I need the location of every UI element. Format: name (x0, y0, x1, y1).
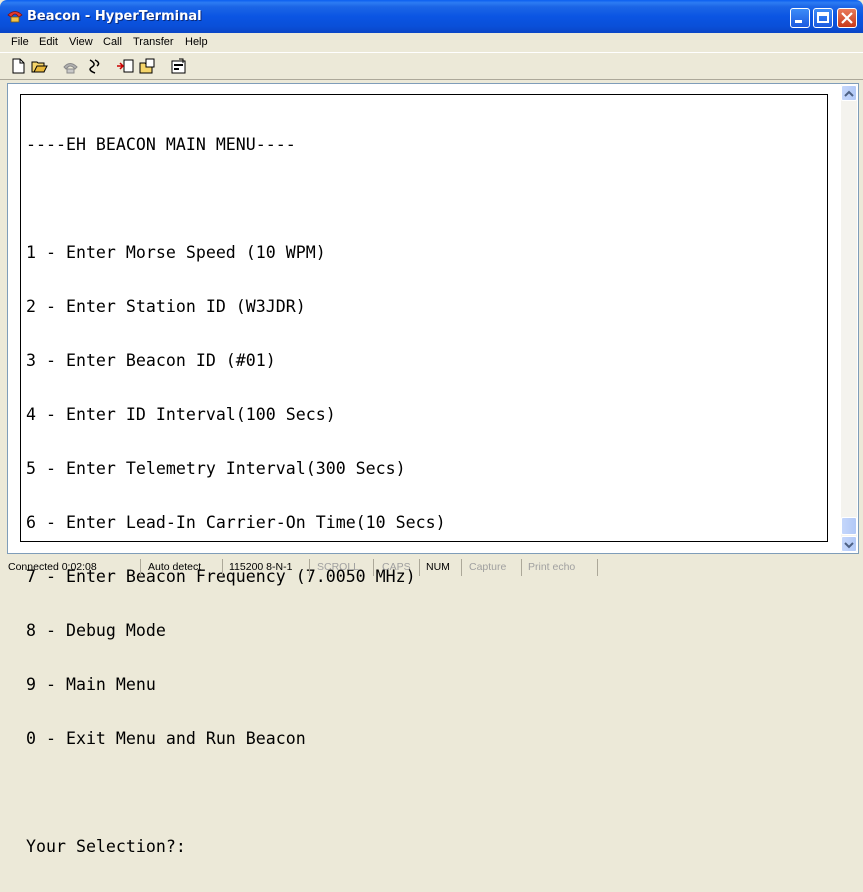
menu-bar: File Edit View Call Transfer Help (0, 33, 863, 52)
menu-transfer[interactable]: Transfer (133, 36, 174, 48)
scroll-up-button[interactable] (841, 85, 857, 101)
new-icon[interactable] (10, 58, 27, 74)
chevron-up-icon (844, 90, 854, 97)
open-icon[interactable] (31, 58, 48, 74)
window-title: Beacon - HyperTerminal (27, 9, 202, 24)
terminal-line: 2 - Enter Station ID (W3JDR) (26, 297, 306, 316)
terminal-line: 5 - Enter Telemetry Interval(300 Secs) (26, 459, 406, 478)
terminal-line: 8 - Debug Mode (26, 621, 166, 640)
status-capture: Capture (469, 561, 507, 573)
phone-app-icon (7, 11, 23, 23)
status-scroll: SCROLL (317, 561, 360, 573)
menu-edit[interactable]: Edit (39, 36, 58, 48)
menu-help[interactable]: Help (185, 36, 208, 48)
send-icon[interactable] (117, 58, 134, 74)
scroll-down-button[interactable] (841, 536, 857, 552)
maximize-button[interactable] (813, 8, 833, 28)
status-num: NUM (426, 561, 450, 573)
properties-icon[interactable] (170, 58, 187, 74)
vertical-scrollbar[interactable] (841, 85, 857, 552)
terminal-screen[interactable]: ----EH BEACON MAIN MENU---- 1 - Enter Mo… (20, 94, 828, 856)
receive-icon[interactable] (139, 58, 156, 74)
menu-view[interactable]: View (69, 36, 93, 48)
disconnect-icon[interactable] (86, 58, 103, 74)
terminal-line: 6 - Enter Lead-In Carrier-On Time(10 Sec… (26, 513, 446, 532)
terminal-output: ----EH BEACON MAIN MENU---- 1 - Enter Mo… (26, 100, 446, 892)
maximize-icon (817, 12, 829, 23)
status-bar: Connected 0:02:08 Auto detect 115200 8-N… (0, 556, 863, 578)
hyperterminal-window: Beacon - HyperTerminal File Edit View Ca… (0, 0, 863, 856)
terminal-line: 0 - Exit Menu and Run Beacon (26, 729, 306, 748)
terminal-line: 1 - Enter Morse Speed (10 WPM) (26, 243, 326, 262)
status-print-echo: Print echo (528, 561, 576, 573)
terminal-line: 9 - Main Menu (26, 675, 156, 694)
menu-call[interactable]: Call (103, 36, 122, 48)
toolbar (0, 52, 863, 80)
terminal-line: ----EH BEACON MAIN MENU---- (26, 135, 296, 154)
status-settings: 115200 8-N-1 (229, 561, 293, 573)
minimize-icon (795, 20, 802, 23)
status-caps: CAPS (382, 561, 411, 573)
connect-icon[interactable] (62, 58, 79, 74)
chevron-down-icon (844, 542, 854, 549)
terminal-line: 4 - Enter ID Interval(100 Secs) (26, 405, 336, 424)
terminal-area[interactable]: ----EH BEACON MAIN MENU---- 1 - Enter Mo… (7, 83, 859, 856)
minimize-button[interactable] (790, 8, 810, 28)
scroll-thumb[interactable] (841, 517, 857, 535)
status-detect: Auto detect (148, 561, 202, 573)
terminal-prompt: Your Selection?: (26, 837, 186, 856)
status-connection: Connected 0:02:08 (8, 561, 97, 573)
menu-file[interactable]: File (11, 36, 29, 48)
title-bar[interactable]: Beacon - HyperTerminal (0, 0, 863, 33)
close-button[interactable] (837, 8, 857, 28)
terminal-line: 3 - Enter Beacon ID (#01) (26, 351, 276, 370)
close-icon (841, 12, 853, 24)
